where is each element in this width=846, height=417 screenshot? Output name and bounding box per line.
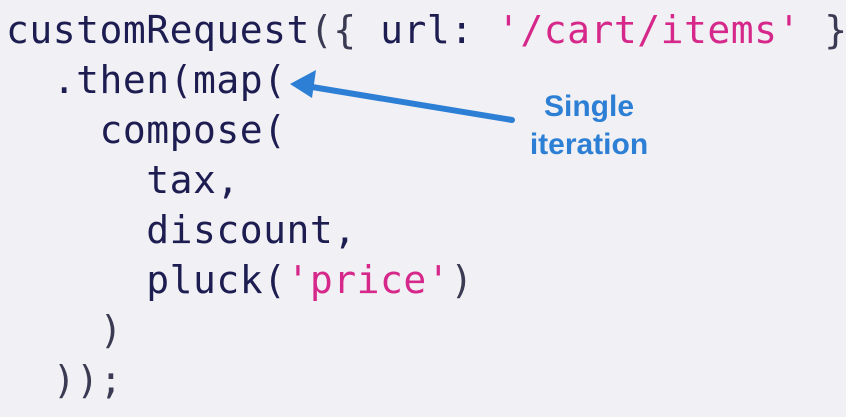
code-line: )); (6, 355, 123, 405)
code-token: compose( (6, 108, 287, 152)
code-line: .then(map( (6, 55, 287, 105)
code-token: ({ (309, 8, 381, 52)
code-token: pluck( (6, 258, 287, 302)
code-line: pluck('price') (6, 255, 474, 305)
code-token: tax, (6, 158, 240, 202)
code-line: compose( (6, 105, 287, 155)
code-token: ) (6, 308, 123, 352)
code-token: ) (450, 258, 474, 302)
code-token: customRequest (6, 8, 310, 52)
code-token: discount, (6, 208, 357, 252)
code-line: tax, (6, 155, 240, 205)
code-line: ) (6, 305, 123, 355)
code-token: )); (6, 358, 123, 402)
code-token: url: (380, 8, 497, 52)
code-token: map( (193, 58, 287, 102)
code-token: '/cart/items' (496, 8, 801, 52)
code-token: 'price' (286, 258, 451, 302)
annotation-line-1: Single (543, 90, 634, 123)
code-snippet: customRequest({ url: '/cart/items' }) .t… (0, 0, 846, 417)
code-token: }) (824, 8, 846, 52)
annotation-line-2: iteration (529, 128, 649, 161)
annotation-label: Single iteration (504, 88, 674, 164)
code-line: discount, (6, 205, 357, 255)
code-line: customRequest({ url: '/cart/items' }) (6, 5, 846, 55)
code-token: .then( (6, 58, 194, 102)
